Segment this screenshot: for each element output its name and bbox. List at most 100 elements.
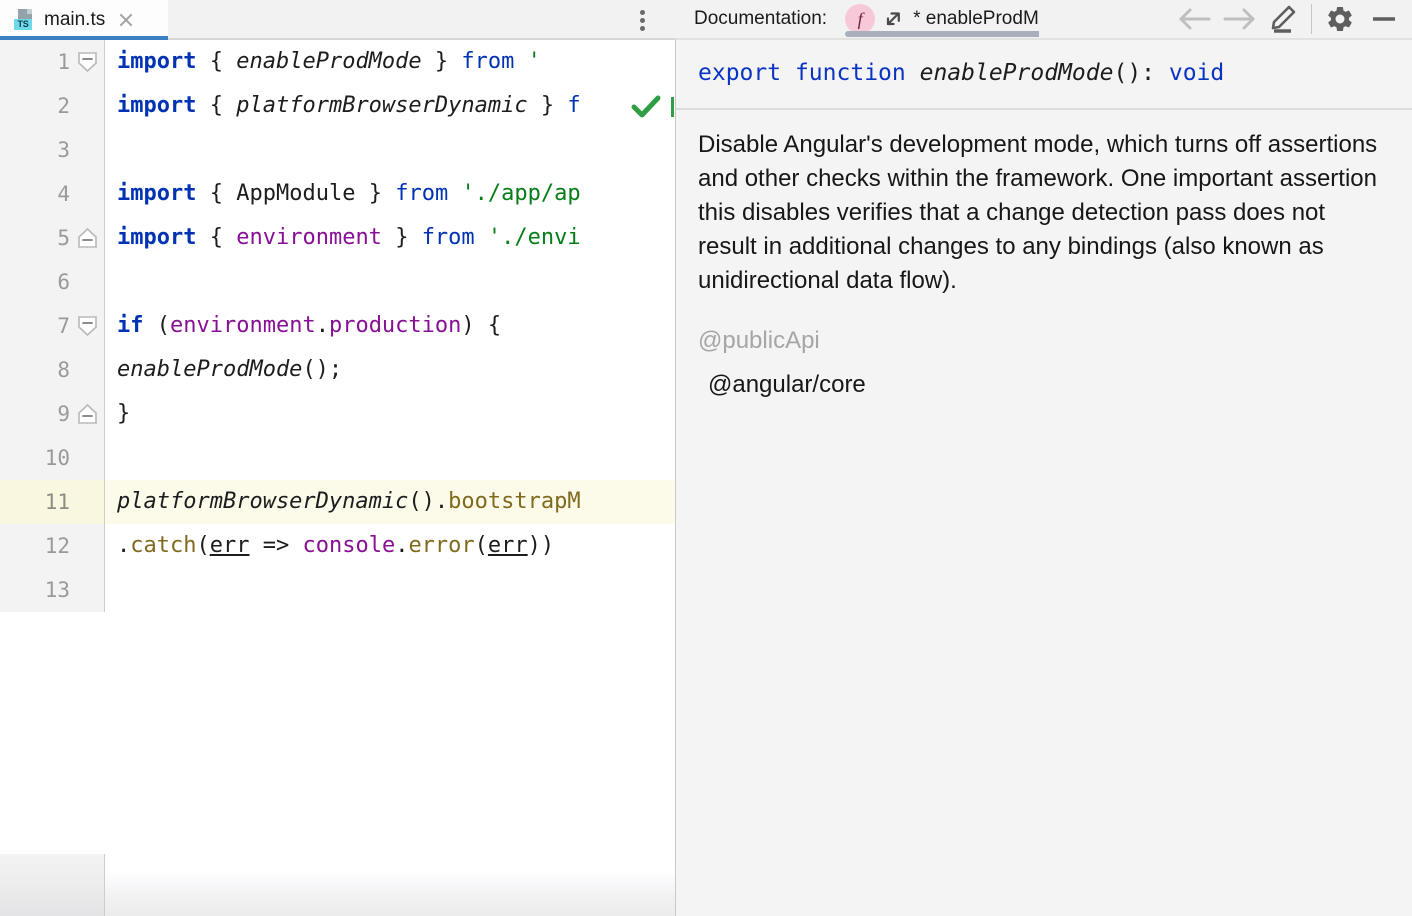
code-line[interactable]: 11platformBrowserDynamic().bootstrapM [0,480,676,524]
code-token: ( [196,533,209,558]
code-line[interactable]: 13 [0,568,676,612]
code-token: './envi [488,225,581,250]
gutter-cell[interactable]: 5 [0,216,105,260]
code-token: production [329,313,461,338]
code-token [382,181,395,206]
code-token: error [408,533,474,558]
code-token: AppModule [236,181,355,206]
code-line[interactable]: 10 [0,436,676,480]
documentation-tab[interactable]: f * enableProdM [845,0,1039,39]
back-button[interactable] [1173,0,1217,39]
code-token: enableProdMode [117,357,302,382]
checkmark-icon[interactable] [624,92,668,122]
code-line[interactable]: 3 [0,128,676,172]
gutter-cell[interactable]: 7 [0,304,105,348]
code-token: ) { [461,313,501,338]
settings-button[interactable] [1318,0,1362,39]
line-number: 12 [45,524,70,568]
fold-end-icon[interactable] [77,227,98,249]
code-token: import [117,181,196,206]
code-token [554,93,567,118]
code-line-text: import { AppModule } from './app/ap [105,172,676,216]
gutter-cell[interactable]: 2 [0,84,105,128]
external-link-icon[interactable] [881,7,905,31]
code-line[interactable]: 6 [0,260,676,304]
code-token: f [567,93,580,118]
code-line-text: .catch(err => console.error(err)) [105,524,676,568]
fold-end-icon[interactable] [77,403,98,425]
code-token: environment [236,225,382,250]
minimize-button[interactable] [1362,0,1406,39]
gutter-cell[interactable]: 13 [0,568,105,612]
gutter-cell[interactable]: 3 [0,128,105,172]
documentation-title: Documentation: [676,8,827,30]
signature-parens: (): [1113,60,1168,86]
code-token: if [117,313,144,338]
code-token [223,225,236,250]
edit-source-button[interactable] [1261,0,1305,39]
gutter-cell[interactable]: 10 [0,436,105,480]
documentation-body[interactable]: Disable Angular's development mode, whic… [676,110,1412,916]
code-token: } [541,93,554,118]
gutter-cell[interactable]: 1 [0,40,105,84]
editor-gutter-bottom [0,854,105,916]
gutter-cell[interactable]: 4 [0,172,105,216]
code-line[interactable]: 4 import { AppModule } from './app/ap [0,172,676,216]
code-token: } [395,225,408,250]
code-token: } [369,181,382,206]
gutter-cell[interactable]: 12 [0,524,105,568]
typescript-file-icon: TS [14,9,36,31]
code-token [196,225,209,250]
more-vertical-icon[interactable] [634,9,652,31]
gutter-cell[interactable]: 11 [0,480,105,524]
header-separator [1311,4,1312,34]
code-token: from [395,181,448,206]
code-token: )) [528,533,555,558]
documentation-tag-publicapi: @publicApi [698,324,1398,358]
code-line[interactable]: 12 .catch(err => console.error(err)) [0,524,676,568]
code-line[interactable]: 5import { environment } from './envi [0,216,676,260]
line-number: 7 [57,304,70,348]
code-token [448,181,461,206]
line-number: 3 [57,128,70,172]
code-line[interactable]: 7if (environment.production) { [0,304,676,348]
code-line-text: enableProdMode(); [105,348,676,392]
code-token: from [422,225,475,250]
editor-tab-main-ts[interactable]: TS main.ts [0,0,168,40]
gutter-cell[interactable]: 6 [0,260,105,304]
code-line-text: import { environment } from './envi [105,216,676,260]
code-token: . [395,533,408,558]
code-token: platformBrowserDynamic [236,93,527,118]
code-line[interactable]: 8 enableProdMode(); [0,348,676,392]
code-line[interactable]: 9} [0,392,676,436]
code-token: import [117,93,196,118]
signature-keyword-function: function [795,60,906,86]
code-token: (); [302,357,342,382]
code-token: environment [170,313,316,338]
fold-collapse-icon[interactable] [77,51,98,73]
code-line-text: } [105,392,676,436]
documentation-header-actions [1173,0,1412,39]
line-number: 4 [57,172,70,216]
code-token: { [210,93,223,118]
gutter-cell[interactable]: 9 [0,392,105,436]
documentation-tags: @publicApi @angular/core [698,324,1398,402]
code-token: { [210,225,223,250]
code-token [382,225,395,250]
code-area[interactable]: 1import { enableProdMode } from '2import… [0,40,676,916]
code-line[interactable]: 1import { enableProdMode } from ' [0,40,676,84]
code-line[interactable]: 2 import { platformBrowserDynamic } f [0,84,676,128]
code-token: ( [475,533,488,558]
code-token [196,93,209,118]
fold-collapse-icon[interactable] [77,315,98,337]
documentation-signature: export function enableProdMode(): void [676,40,1412,110]
signature-function-name: enableProdMode [920,60,1114,86]
close-icon[interactable] [115,9,137,31]
code-token: import [117,225,196,250]
gutter-cell[interactable]: 8 [0,348,105,392]
ide-window: TS main.ts 1import { enableProdMode } fr… [0,0,1412,916]
documentation-pane: Documentation: f * enableProdM [676,0,1412,916]
forward-button[interactable] [1217,0,1261,39]
code-token: { [210,181,223,206]
function-icon: f [845,4,875,34]
